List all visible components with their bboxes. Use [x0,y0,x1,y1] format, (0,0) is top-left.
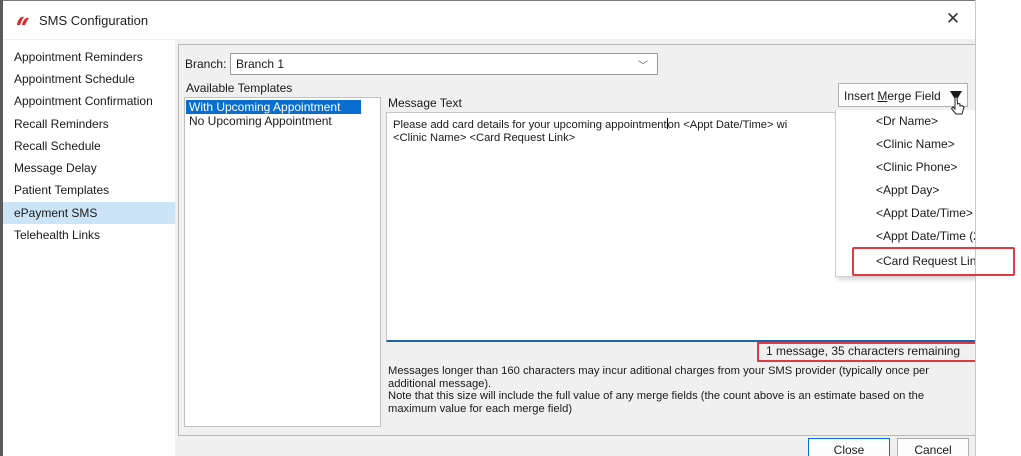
card-request-link-highlight [852,247,1015,276]
window-title: SMS Configuration [39,13,149,28]
nav-item-recall-reminders[interactable]: Recall Reminders [3,113,175,135]
background-margin [976,0,1021,456]
nav-item-appointment-confirmation[interactable]: Appointment Confirmation [3,90,175,112]
sms-configuration-dialog: SMS Configuration ✕ Appointment Reminder… [0,0,976,456]
merge-item-clinic-name[interactable]: <Clinic Name> [836,133,975,155]
merge-item-clinic-phone[interactable]: <Clinic Phone> [836,156,975,178]
available-templates-label: Available Templates [186,81,293,95]
branch-select[interactable]: Branch 1 ﹀ [230,53,658,75]
character-count: 1 message, 35 characters remaining [766,344,961,358]
nav-item-epayment-sms[interactable]: ePayment SMS [3,202,175,224]
nav-item-appointment-schedule[interactable]: Appointment Schedule [3,68,175,90]
message-line1-part2: on <Appt Date/Time> wi [667,119,788,131]
nav-item-appointment-reminders[interactable]: Appointment Reminders [3,46,175,68]
insert-merge-field-button[interactable]: Insert Merge Field [838,83,968,107]
title-bar[interactable]: SMS Configuration ✕ [3,1,975,39]
chevron-down-icon: ﹀ [638,61,648,72]
close-button[interactable]: Close [808,438,890,456]
templates-list[interactable]: With Upcoming Appointment No Upcoming Ap… [184,97,381,427]
message-line1-part1: Please add card details for your upcomin… [393,119,667,131]
template-item-no-upcoming[interactable]: No Upcoming Appointment [186,114,361,128]
settings-nav: Appointment Reminders Appointment Schedu… [3,40,175,456]
merge-item-appt-day[interactable]: <Appt Day> [836,179,975,201]
nav-item-telehealth-links[interactable]: Telehealth Links [3,224,175,246]
nav-item-message-delay[interactable]: Message Delay [3,157,175,179]
app-logo-icon [17,16,29,25]
sms-length-note: Messages longer than 160 characters may … [388,365,929,415]
branch-label: Branch: [185,57,227,71]
mouse-cursor-icon [950,96,965,115]
merge-item-appt-date-time-24hr[interactable]: <Appt Date/Time (24hr)> [836,225,975,247]
message-line2: <Clinic Name> <Card Request Link> [393,132,576,144]
branch-value: Branch 1 [236,57,285,71]
close-icon[interactable]: ✕ [943,9,963,29]
insert-merge-field-label: Insert Merge Field [844,89,941,103]
nav-item-recall-schedule[interactable]: Recall Schedule [3,135,175,157]
nav-item-patient-templates[interactable]: Patient Templates [3,179,175,201]
template-item-with-upcoming[interactable]: With Upcoming Appointment [186,100,361,114]
cancel-button[interactable]: Cancel [897,438,969,456]
merge-item-appt-date-time[interactable]: <Appt Date/Time> [836,202,975,224]
message-text-label: Message Text [388,96,462,110]
